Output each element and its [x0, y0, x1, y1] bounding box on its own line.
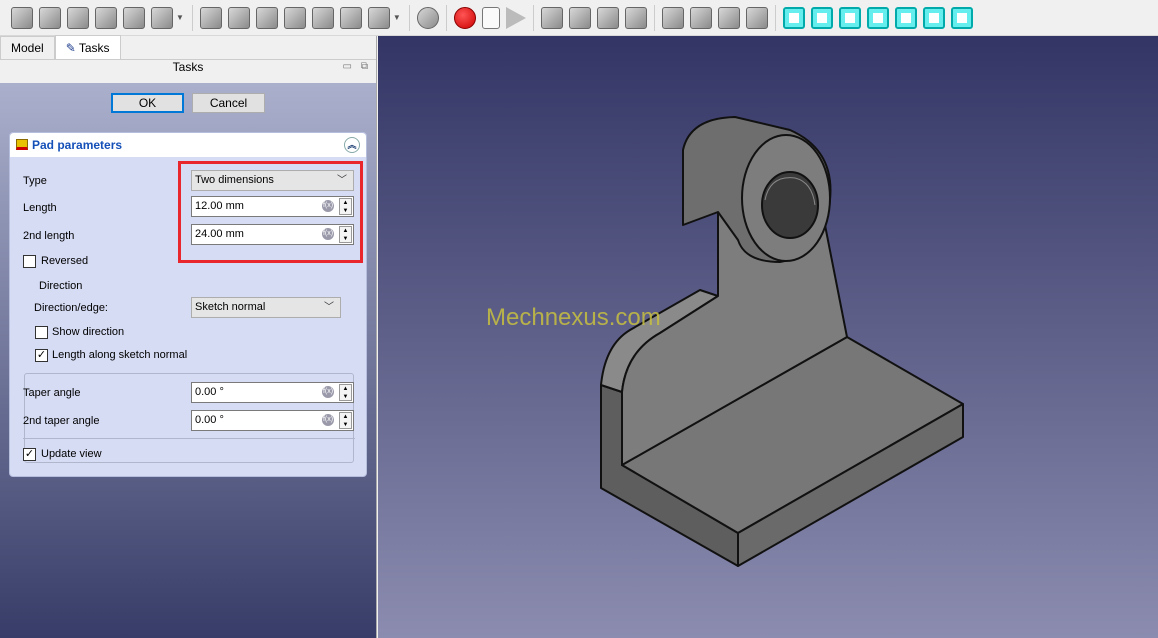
subtractive-helix-icon[interactable]	[339, 6, 362, 29]
macro-edit-icon[interactable]	[481, 6, 500, 29]
top-view-icon[interactable]	[838, 6, 861, 29]
part-primitive-icon[interactable]	[151, 6, 173, 29]
separator	[532, 4, 534, 31]
expression-icon[interactable]: f(x)	[322, 386, 334, 398]
subtractive-primitive-icon[interactable]	[367, 6, 390, 29]
pencil-icon: ✎	[65, 41, 76, 55]
taper2-label: 2nd taper angle	[23, 415, 100, 427]
measure-2-icon[interactable]	[689, 6, 712, 29]
combo-view: Model ✎ Tasks Tasks ▭ ⧉ OK Cancel Pad pa…	[0, 35, 377, 638]
groove-icon[interactable]	[255, 6, 278, 29]
pocket-icon[interactable]	[199, 6, 222, 29]
part-pipe-icon[interactable]	[95, 6, 117, 29]
right-view-icon[interactable]	[866, 6, 889, 29]
boolean-icon[interactable]	[416, 6, 439, 29]
divider	[23, 438, 355, 439]
dock-icon[interactable]: ▭	[343, 60, 352, 74]
tab-model[interactable]: Model	[0, 36, 55, 59]
show-direction-checkbox[interactable]	[35, 326, 48, 339]
front-view-icon[interactable]	[810, 6, 833, 29]
part-model	[600, 116, 964, 567]
taper-value: 0.00 °	[195, 386, 224, 398]
collapse-icon[interactable]: ︽	[344, 137, 360, 153]
cancel-button[interactable]: Cancel	[192, 93, 265, 113]
update-view-checkbox[interactable]: ✓	[23, 448, 36, 461]
ok-button[interactable]: OK	[111, 93, 184, 113]
taper2-input[interactable]: 0.00 ° f(x) ▲ ▼	[191, 410, 354, 431]
left-view-icon[interactable]	[950, 6, 973, 29]
macro-record-icon[interactable]	[453, 6, 476, 29]
dropdown-arrow-icon[interactable]: ▼	[176, 13, 184, 22]
measure-icon[interactable]	[661, 6, 684, 29]
show-direction-label: Show direction	[52, 326, 125, 338]
direction-label: Direction/edge:	[34, 302, 108, 314]
update-view-label: Update view	[41, 448, 102, 460]
subtractive-loft-icon[interactable]	[283, 6, 306, 29]
type-label: Type	[23, 175, 47, 187]
direction-group-title: Direction	[36, 280, 86, 292]
taper-input[interactable]: 0.00 ° f(x) ▲ ▼	[191, 382, 354, 403]
separator	[653, 4, 655, 31]
toolbar: ▼ ▼	[0, 0, 1158, 36]
separator	[445, 4, 447, 31]
subtractive-pipe-icon[interactable]	[311, 6, 334, 29]
axo-view-icon[interactable]	[782, 6, 805, 29]
rear-view-icon[interactable]	[894, 6, 917, 29]
view-top-icon[interactable]	[568, 6, 591, 29]
chevron-down-icon: ﹀	[324, 302, 334, 313]
along-normal-label: Length along sketch normal	[52, 349, 188, 361]
view-front-icon[interactable]	[540, 6, 563, 29]
view-rear-icon[interactable]	[624, 6, 647, 29]
dropdown-arrow-icon[interactable]: ▼	[393, 13, 401, 22]
taper-label: Taper angle	[23, 387, 81, 399]
view-right-icon[interactable]	[596, 6, 619, 29]
measure-3-icon[interactable]	[717, 6, 740, 29]
tab-bar: Model ✎ Tasks	[0, 35, 376, 60]
macro-run-icon[interactable]	[505, 6, 526, 29]
separator	[191, 4, 193, 31]
section-title: Pad parameters	[32, 138, 123, 152]
part-revolution-icon[interactable]	[39, 6, 61, 29]
3d-viewport[interactable]: Mechnexus.com	[378, 36, 1158, 638]
part-loft-icon[interactable]	[67, 6, 89, 29]
length2-label: 2nd length	[23, 230, 75, 242]
highlight-box	[178, 161, 363, 263]
pad-icon	[16, 139, 28, 150]
direction-select[interactable]: Sketch normal ﹀	[191, 297, 341, 318]
separator	[774, 4, 776, 31]
watermark: Mechnexus.com	[486, 304, 661, 331]
tab-label: Model	[11, 41, 44, 55]
taper-spinner[interactable]: ▲ ▼	[339, 384, 352, 401]
measure-4-icon[interactable]	[745, 6, 768, 29]
along-normal-checkbox[interactable]: ✓	[35, 349, 48, 362]
tasks-header: Tasks ▭ ⧉	[0, 60, 376, 74]
part-helix-icon[interactable]	[123, 6, 145, 29]
float-icon[interactable]: ⧉	[361, 60, 368, 74]
direction-value: Sketch normal	[195, 301, 266, 313]
part-pad-icon[interactable]	[11, 6, 33, 29]
hole-icon[interactable]	[227, 6, 250, 29]
taper2-value: 0.00 °	[195, 414, 224, 426]
reversed-label: Reversed	[41, 255, 89, 267]
pad-parameters-header[interactable]: Pad parameters ︽	[10, 133, 366, 157]
tasks-title: Tasks	[172, 60, 204, 74]
tab-tasks[interactable]: ✎ Tasks	[54, 35, 121, 59]
length-label: Length	[23, 202, 57, 214]
taper2-spinner[interactable]: ▲ ▼	[339, 412, 352, 429]
boss-hole	[761, 171, 819, 239]
tab-label: Tasks	[78, 41, 110, 55]
bottom-view-icon[interactable]	[922, 6, 945, 29]
expression-icon[interactable]: f(x)	[322, 414, 334, 426]
reversed-checkbox[interactable]	[23, 255, 36, 268]
separator	[408, 4, 410, 31]
